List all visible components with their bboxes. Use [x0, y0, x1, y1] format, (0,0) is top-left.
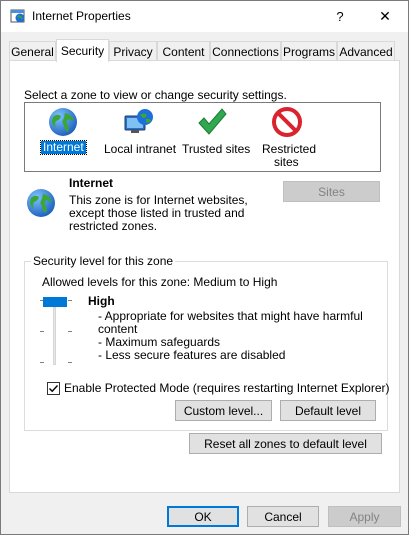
zone-local-intranet[interactable]: Local intranet	[103, 103, 177, 171]
zone-restricted-sites-label-line2: sites	[274, 155, 299, 169]
zones-list[interactable]: Internet Local intranet Trusted sites Re…	[24, 102, 381, 172]
tab-advanced[interactable]: Advanced	[337, 41, 395, 61]
close-button[interactable]: ✕	[362, 1, 408, 32]
ok-button[interactable]: OK	[167, 506, 239, 527]
level-item: - Less secure features are disabled	[98, 348, 286, 362]
title-bar[interactable]: Internet Properties ? ✕	[1, 1, 408, 32]
zone-internet-label: Internet	[40, 140, 87, 155]
sites-button[interactable]: Sites	[283, 181, 380, 202]
zone-detail-name: Internet	[69, 176, 114, 190]
protected-mode-label: Enable Protected Mode (requires restarti…	[64, 381, 390, 395]
level-name: High	[88, 294, 115, 308]
allowed-levels-label: Allowed levels for this zone: Medium to …	[42, 275, 278, 289]
zone-local-intranet-label: Local intranet	[104, 142, 177, 156]
level-item: - Appropriate for websites that might ha…	[98, 309, 363, 323]
slider-tick	[40, 362, 44, 363]
checkmark-icon	[49, 384, 59, 392]
slider-tick	[68, 331, 72, 332]
intranet-icon	[124, 109, 153, 133]
zone-detail-description: This zone is for Internet websites, exce…	[69, 194, 269, 233]
globe-icon	[27, 189, 55, 217]
apply-button[interactable]: Apply	[328, 506, 401, 527]
default-level-button[interactable]: Default level	[280, 400, 376, 421]
zone-internet[interactable]: Internet	[33, 103, 93, 171]
reset-all-zones-button[interactable]: Reset all zones to default level	[189, 433, 382, 454]
security-level-group-title: Security level for this zone	[31, 254, 176, 268]
zone-trusted-sites-label: Trusted sites	[182, 142, 251, 156]
slider-track	[53, 307, 56, 365]
tab-privacy[interactable]: Privacy	[109, 41, 157, 61]
tab-programs[interactable]: Programs	[281, 41, 337, 61]
slider-tick	[68, 362, 72, 363]
custom-level-button[interactable]: Custom level...	[175, 400, 272, 421]
cancel-button[interactable]: Cancel	[247, 506, 319, 527]
tab-content[interactable]: Content	[157, 41, 210, 61]
zone-desc-line: restricted zones.	[69, 219, 158, 233]
internet-properties-window: Internet Properties ? ✕ General Security…	[0, 0, 409, 535]
tab-general[interactable]: General	[9, 41, 56, 61]
zone-prompt: Select a zone to view or change security…	[24, 88, 287, 102]
internet-properties-icon	[10, 9, 25, 23]
level-description: - Appropriate for websites that might ha…	[98, 310, 368, 362]
slider-tick	[40, 331, 44, 332]
window-title: Internet Properties	[32, 9, 131, 23]
help-icon: ?	[336, 9, 344, 24]
tab-connections[interactable]: Connections	[210, 41, 281, 61]
zone-trusted-sites[interactable]: Trusted sites	[179, 103, 251, 171]
restricted-icon	[272, 107, 302, 137]
slider-thumb[interactable]	[43, 297, 67, 307]
close-icon: ✕	[379, 8, 391, 24]
tab-security[interactable]: Security	[56, 39, 109, 62]
zone-restricted-sites[interactable]: Restricted sites	[257, 103, 317, 171]
protected-mode-checkbox[interactable]	[47, 381, 60, 395]
checkmark-icon	[198, 108, 227, 135]
globe-icon	[49, 108, 77, 136]
protected-mode-row[interactable]: Enable Protected Mode (requires restarti…	[47, 381, 390, 395]
help-button[interactable]: ?	[317, 1, 363, 32]
slider-tick	[68, 300, 72, 301]
